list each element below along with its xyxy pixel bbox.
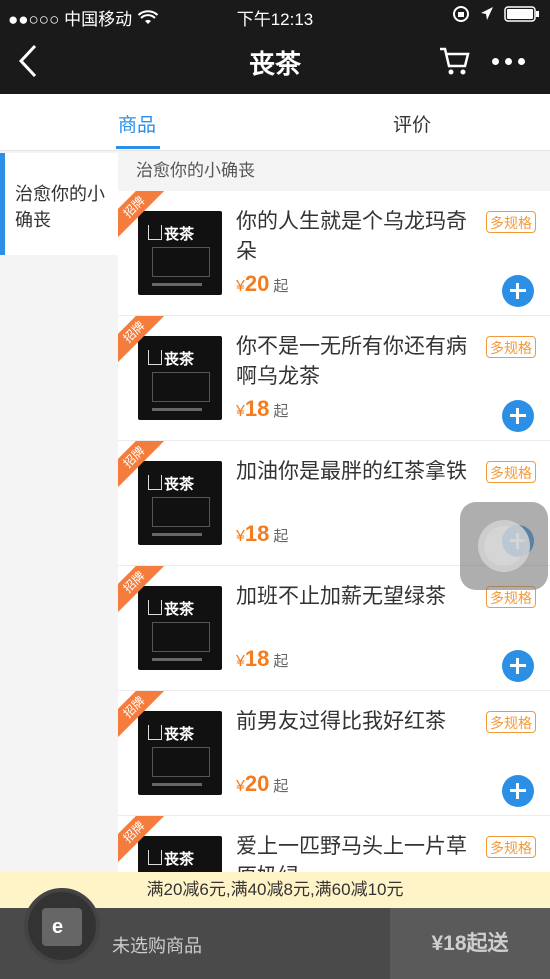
tab-bar: 商品 评价: [0, 94, 550, 151]
cart-bubble-button[interactable]: e: [24, 888, 100, 964]
cup-icon: [148, 350, 162, 365]
multi-spec-tag[interactable]: 多规格: [486, 461, 536, 483]
add-to-cart-button[interactable]: [502, 775, 534, 807]
cart-button[interactable]: [438, 46, 470, 81]
price-suffix: 起: [273, 403, 289, 420]
product-image-footer: [152, 658, 202, 661]
price-value: 20: [244, 271, 270, 296]
product-image-footer: [152, 783, 202, 786]
product-image-frame: [152, 497, 210, 527]
sidebar-item-label: 治愈你的小确丧: [15, 184, 105, 230]
price-currency: ¥: [236, 278, 245, 295]
product-image: 丧茶: [138, 711, 222, 795]
product-image-frame: [152, 747, 210, 777]
nav-bar: 丧茶: [0, 30, 550, 94]
product-name: 前男友过得比我好红茶: [236, 710, 446, 733]
product-image-frame: [152, 247, 210, 277]
product-name: 你不是一无所有你还有病啊乌龙茶: [236, 335, 467, 388]
product-price: ¥18 起: [236, 646, 288, 672]
add-to-cart-button[interactable]: [502, 275, 534, 307]
product-image-brand: 丧茶: [164, 726, 195, 743]
category-sidebar: 治愈你的小确丧: [0, 151, 118, 911]
product-image-brand: 丧茶: [164, 851, 195, 868]
more-dot-icon: [505, 58, 512, 65]
product-image-frame: [152, 622, 210, 652]
cup-icon: [148, 475, 162, 490]
product-image-brand: 丧茶: [164, 226, 195, 243]
multi-spec-tag[interactable]: 多规格: [486, 336, 536, 358]
rotation-lock-icon: [453, 6, 469, 22]
cup-icon: [148, 850, 162, 865]
location-icon: [481, 7, 493, 20]
min-order-button[interactable]: ¥18起送: [390, 908, 550, 979]
assistive-touch-icon: [478, 520, 530, 572]
tab-goods[interactable]: 商品: [118, 110, 156, 137]
product-name: 加油你是最胖的红茶拿铁: [236, 460, 467, 483]
more-dot-icon: [492, 58, 499, 65]
sidebar-item-category[interactable]: 治愈你的小确丧: [0, 153, 118, 255]
product-image-brand: 丧茶: [164, 601, 195, 618]
price-value: 18: [244, 646, 270, 671]
status-right: [452, 5, 540, 23]
product-image: 丧茶: [138, 336, 222, 420]
product-image-footer: [152, 408, 202, 411]
product-image: 丧茶: [138, 211, 222, 295]
status-bar: ●●○○○ 中国移动 下午12:13: [0, 0, 550, 30]
product-image: 丧茶: [138, 586, 222, 670]
active-tab-indicator: [116, 146, 160, 149]
price-suffix: 起: [273, 653, 289, 670]
add-to-cart-button[interactable]: [502, 400, 534, 432]
price-currency: ¥: [236, 778, 245, 795]
cart-empty-message: 未选购商品: [112, 936, 202, 956]
multi-spec-tag[interactable]: 多规格: [486, 211, 536, 233]
price-currency: ¥: [236, 653, 245, 670]
section-title: 治愈你的小确丧: [118, 151, 550, 191]
product-item[interactable]: 丧茶 招牌 你不是一无所有你还有病啊乌龙茶 多规格 ¥18 起: [118, 316, 550, 441]
multi-spec-tag[interactable]: 多规格: [486, 836, 536, 858]
assistive-touch-button[interactable]: [460, 502, 548, 590]
product-name: 加班不止加薪无望绿茶: [236, 585, 446, 608]
product-name: 你的人生就是个乌龙玛奇朵: [236, 210, 467, 263]
price-currency: ¥: [236, 528, 245, 545]
multi-spec-tag[interactable]: 多规格: [486, 711, 536, 733]
price-suffix: 起: [273, 528, 289, 545]
cart-icon: [440, 47, 470, 75]
product-image-brand: 丧茶: [164, 476, 195, 493]
price-suffix: 起: [273, 778, 289, 795]
add-to-cart-button[interactable]: [502, 650, 534, 682]
product-image-brand: 丧茶: [164, 351, 195, 368]
product-price: ¥18 起: [236, 396, 288, 422]
product-price: ¥20起: [236, 771, 288, 797]
product-image: 丧茶: [138, 461, 222, 545]
product-price: ¥18 起: [236, 521, 288, 547]
battery-icon: [504, 6, 539, 22]
price-value: 18: [244, 396, 270, 421]
product-item[interactable]: 丧茶 招牌 你的人生就是个乌龙玛奇朵 多规格 ¥20 起: [118, 191, 550, 316]
cup-icon: [148, 600, 162, 615]
price-value: 20: [244, 771, 270, 796]
cup-icon: [148, 725, 162, 740]
price-value: 18: [244, 521, 270, 546]
product-image-footer: [152, 533, 202, 536]
more-button[interactable]: [492, 58, 525, 65]
product-item[interactable]: 丧茶 招牌 前男友过得比我好红茶 多规格 ¥20 起: [118, 691, 550, 816]
cup-icon: [148, 225, 162, 240]
product-image-frame: [152, 372, 210, 402]
price-currency: ¥: [236, 403, 245, 420]
product-image-footer: [152, 283, 202, 286]
more-dot-icon: [518, 58, 525, 65]
tab-reviews[interactable]: 评价: [393, 110, 431, 137]
product-price: ¥20起: [236, 271, 288, 297]
price-suffix: 起: [273, 278, 289, 295]
shopping-bag-icon: e: [42, 908, 82, 946]
